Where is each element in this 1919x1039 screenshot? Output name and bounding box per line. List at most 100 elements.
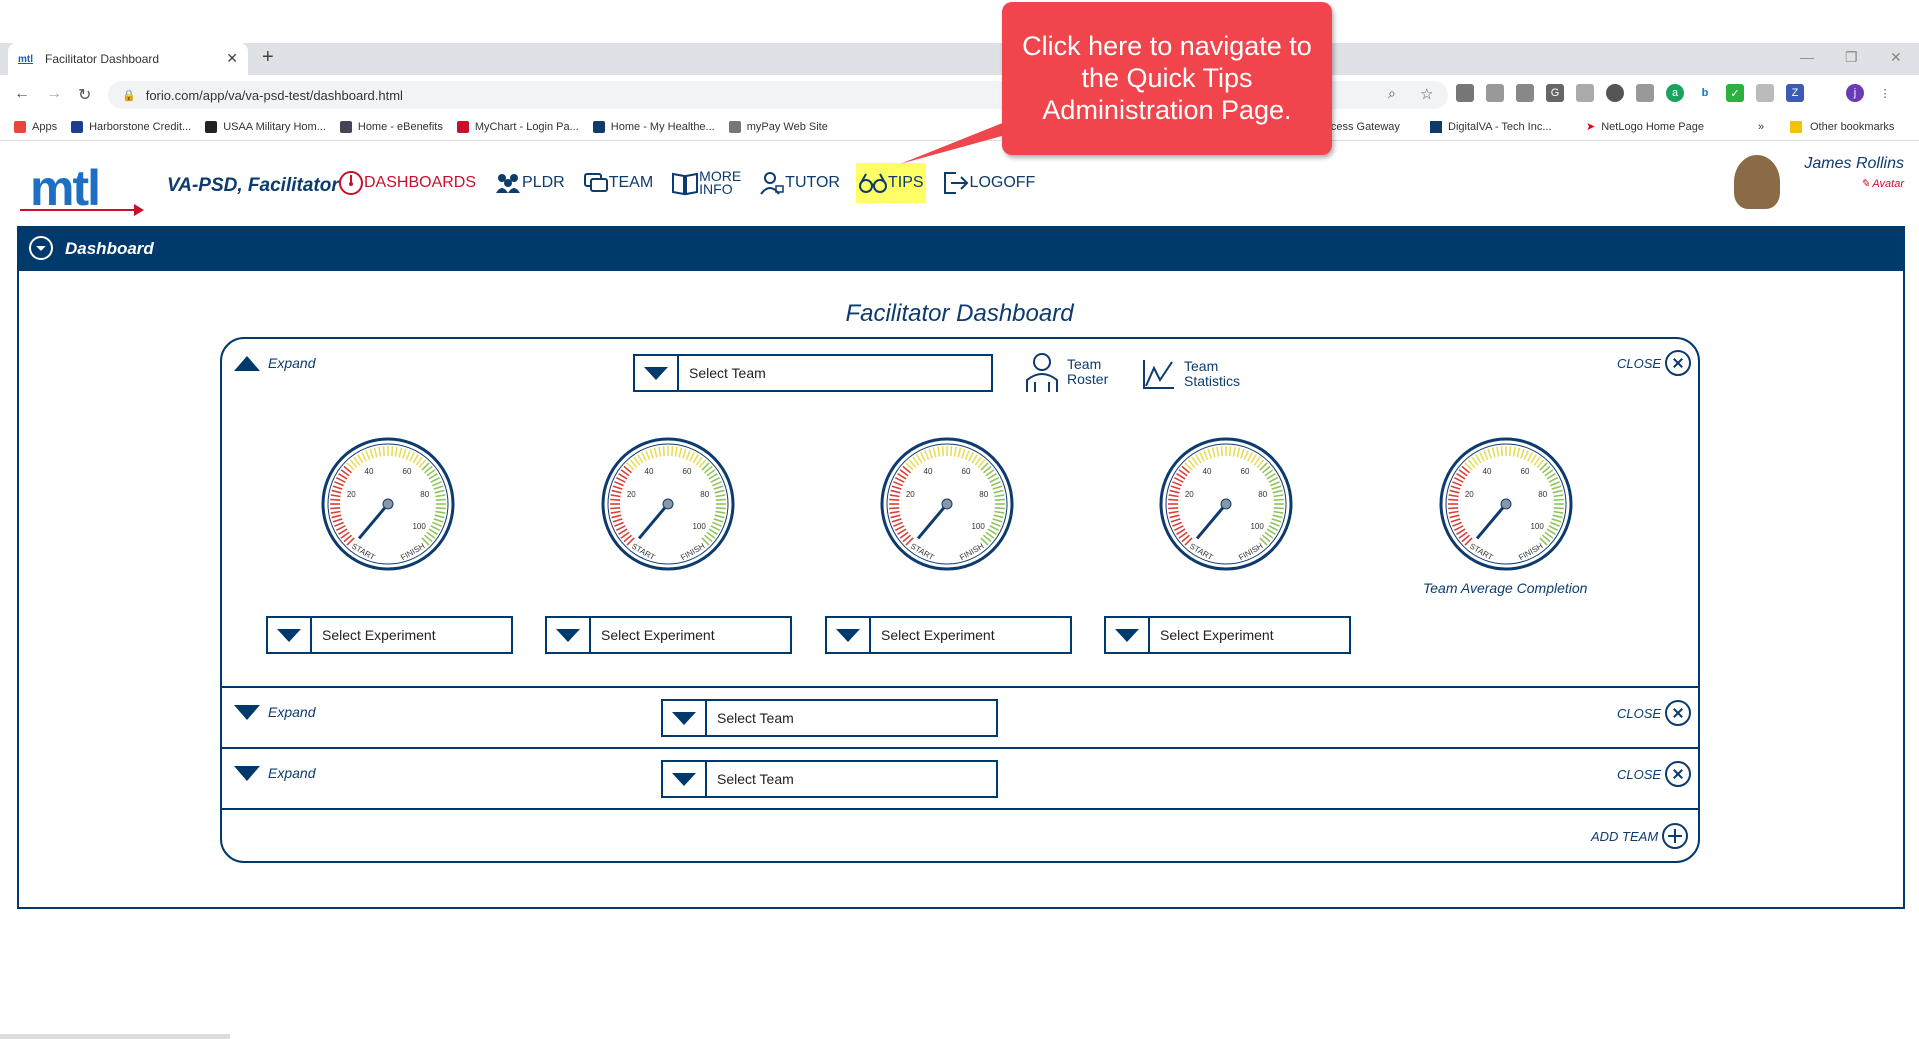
user-menu[interactable]: James Rollins ✎ Avatar [1734,155,1904,215]
nav-label: LOGOFF [969,174,1036,191]
new-tab-icon[interactable]: + [262,46,274,69]
extension-icon[interactable] [1636,84,1654,102]
add-team-button[interactable]: ADD TEAM [1591,823,1689,849]
close-team-button[interactable]: CLOSE [1617,761,1692,787]
bookmark-item[interactable]: Harborstone Credit... [71,120,191,133]
bookmark-item[interactable]: ➤ NetLogo Home Page [1586,120,1704,134]
minimize-icon[interactable]: — [1800,49,1814,65]
progress-gauge: 2040 6080100START FINISH [601,437,735,571]
expand-toggle[interactable]: Expand [234,355,315,371]
expand-triangle-icon [234,765,260,781]
gauge-scale-label: 100 [1530,522,1544,531]
bookmarks-bar: Apps Harborstone Credit... USAA Military… [0,115,1919,138]
dropdown-arrow-icon [268,618,312,652]
bookmarks-overflow-icon[interactable]: » [1758,121,1764,133]
main-nav: DASHBOARDS PLDR TEAM MORE INFO TUTOR TIPS… [336,163,1051,203]
logoff-arrow-icon [943,172,968,194]
select-experiment-dropdown[interactable]: Select Experiment [1104,616,1351,654]
lock-icon: 🔒 [122,89,136,102]
team-statistics-button[interactable]: Team Statistics [1142,358,1240,390]
team-roster-button[interactable]: Team Roster [1025,352,1108,392]
extension-icon[interactable]: a [1666,84,1684,102]
dropdown-arrow-icon [663,701,707,735]
other-bookmarks[interactable]: Other bookmarks [1790,120,1894,133]
forward-icon[interactable]: → [46,85,62,103]
zotero-icon[interactable]: Z [1786,84,1804,102]
nav-team[interactable]: TEAM [581,163,655,203]
gauge-tick [1273,506,1284,510]
bookmark-item[interactable]: Home - eBenefits [339,120,443,133]
bookmark-apps[interactable]: Apps [14,120,57,133]
bookmark-item[interactable]: DigitalVA - Tech Inc... [1430,120,1552,133]
gauge-tick [1168,506,1179,510]
extension-icon[interactable] [1516,84,1534,102]
restore-icon[interactable]: ❐ [1845,49,1858,66]
avatar [1734,155,1780,209]
progress-gauge: 2040 6080100START FINISH [880,437,1014,571]
apps-grid-icon [14,120,26,133]
window-close-icon[interactable]: ✕ [1890,49,1902,66]
nav-pldr[interactable]: PLDR [492,163,567,203]
app-header: mtl VA-PSD, Facilitator DASHBOARDS PLDR … [0,140,1919,220]
reload-icon[interactable]: ↻ [78,85,91,105]
extension-icon[interactable]: G [1546,84,1564,102]
gauge-tick [390,446,394,457]
extension-icon[interactable] [1456,84,1474,102]
back-icon[interactable]: ← [14,85,30,103]
nav-tutor[interactable]: TUTOR [757,163,842,203]
dashboard-gauge-icon: ⏷ [29,236,53,260]
close-team-button[interactable]: CLOSE [1617,350,1692,376]
gauge-scale-label: 100 [1250,522,1264,531]
bookmark-item[interactable]: myPay Web Site [728,120,828,133]
gauge-scale-label: 60 [1241,467,1250,476]
select-experiment-dropdown[interactable]: Select Experiment [825,616,1072,654]
select-experiment-dropdown[interactable]: Select Experiment [266,616,513,654]
gauge-scale-label: 20 [1185,490,1194,499]
nav-dashboards[interactable]: DASHBOARDS [336,163,478,203]
checkmark-extension-icon[interactable]: ✓ [1726,84,1744,102]
pencil-icon: ✎ [1860,178,1873,190]
nav-logoff[interactable]: LOGOFF [940,163,1038,203]
gauge-tick [941,446,945,457]
profile-avatar-icon[interactable]: j [1846,84,1864,102]
expand-triangle-icon [234,704,260,720]
select-team-dropdown[interactable]: Select Team [661,760,998,798]
bookmark-item[interactable]: USAA Military Hom... [205,120,326,133]
gauge-tick [1448,506,1459,510]
menu-dots-icon[interactable]: ⋮ [1876,84,1894,102]
gauge-scale-label: 20 [627,490,636,499]
nav-tips[interactable]: TIPS [855,163,926,203]
gauge-hub [662,498,674,510]
bing-icon[interactable]: b [1696,84,1714,102]
tab-title: Facilitator Dashboard [45,52,160,66]
gauge-scale-label: 60 [962,467,971,476]
close-circle-icon [1665,761,1692,787]
extension-icon[interactable] [1606,84,1624,102]
extension-icon[interactable] [1576,84,1594,102]
extension-icon[interactable] [1486,84,1504,102]
expand-toggle[interactable]: Expand [234,704,315,720]
bookmark-item[interactable]: Home - My Healthe... [592,120,715,133]
close-team-button[interactable]: CLOSE [1617,700,1692,726]
tab-close-icon[interactable]: ✕ [226,50,238,67]
divider [221,808,1699,810]
gauge-scale-label: 80 [1538,490,1547,499]
select-experiment-dropdown[interactable]: Select Experiment [545,616,792,654]
nav-label: TIPS [887,174,924,191]
bookmark-favicon-icon [592,120,605,133]
bookmark-star-icon[interactable]: ☆ [1420,85,1433,103]
browser-tab[interactable]: mtl Facilitator Dashboard ✕ [8,43,248,75]
select-team-dropdown[interactable]: Select Team [633,354,993,392]
extension-icon[interactable] [1816,84,1834,102]
bookmark-item[interactable]: MyChart - Login Pa... [456,120,579,133]
nav-more-info[interactable]: MORE INFO [669,163,743,203]
extension-icon[interactable] [1756,84,1774,102]
gauge-tick [610,506,621,510]
zoom-icon[interactable]: ⌕ [1388,85,1396,102]
expand-toggle[interactable]: Expand [234,765,315,781]
scrollbar[interactable] [0,1034,230,1039]
panel-label: Dashboard [65,238,154,258]
gauge-scale-label: 80 [420,490,429,499]
team-average-caption: Team Average Completion [1423,580,1588,596]
select-team-dropdown[interactable]: Select Team [661,699,998,737]
